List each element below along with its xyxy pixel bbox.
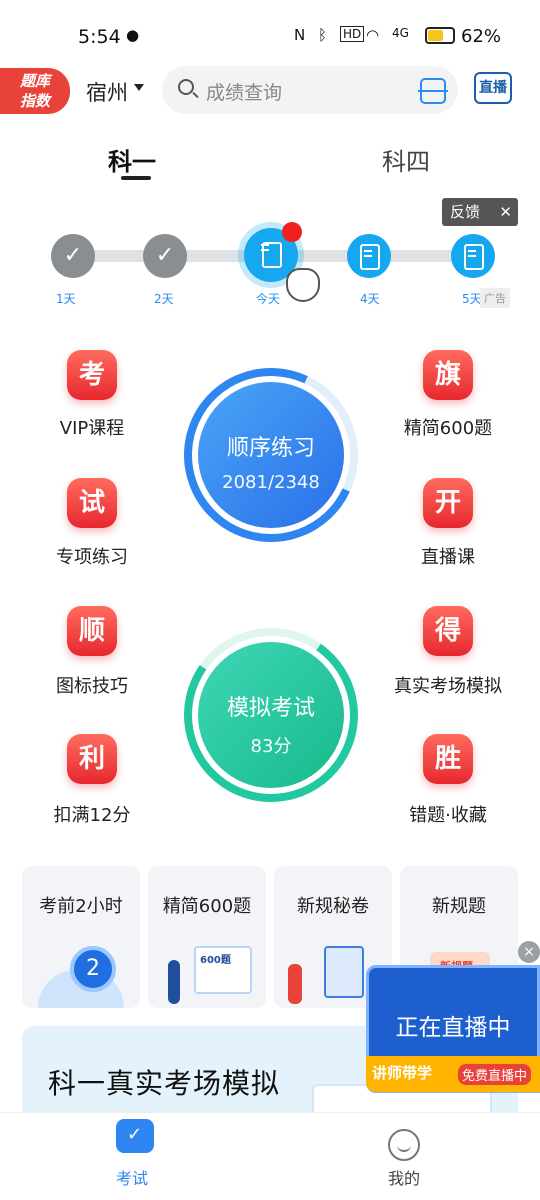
bluetooth-icon: ᛒ: [318, 26, 328, 44]
exam-tab-icon[interactable]: [116, 1119, 154, 1153]
stopwatch-icon: 2: [22, 938, 140, 1008]
live-strip-right: 免费直播中: [458, 1064, 532, 1085]
ad-tag: 广告: [480, 288, 510, 308]
signal-label: 4G: [392, 26, 409, 40]
card-title: 考前2小时: [39, 896, 123, 917]
check-icon[interactable]: ✓: [51, 234, 95, 278]
live-popup-strip[interactable]: 讲师带学 免费直播中: [366, 1056, 540, 1092]
search-icon: [178, 79, 194, 95]
nav-tab-exam[interactable]: 考试: [116, 1165, 148, 1189]
icon-tips-label[interactable]: 图标技巧: [12, 672, 172, 698]
icon-tips-icon[interactable]: 顺: [67, 606, 117, 656]
card-title: 新规题: [432, 896, 486, 917]
caret-down-icon[interactable]: [134, 84, 144, 91]
question-bank-logo[interactable]: 题库 指数: [0, 68, 70, 114]
bottom-nav: 考试 我的: [0, 1112, 540, 1200]
deduct-12-icon[interactable]: 利: [67, 734, 117, 784]
day-label: 1天: [56, 292, 76, 306]
special-practice-icon[interactable]: 试: [67, 478, 117, 528]
card-title: 新规秘卷: [297, 896, 369, 917]
exam-score: 83分: [250, 736, 292, 757]
card-title: 精简600题: [162, 896, 252, 917]
check-icon[interactable]: ✓: [143, 234, 187, 278]
live-tv-label: 直播: [479, 80, 507, 96]
real-exam-icon[interactable]: 得: [423, 606, 473, 656]
hd-icon: HD: [340, 26, 365, 42]
banner-title: 科一真实考场模拟: [48, 1067, 281, 1100]
vip-course-icon[interactable]: 考: [67, 350, 117, 400]
day-label: 2天: [154, 292, 174, 306]
doc-icon[interactable]: [347, 234, 391, 278]
status-time: 5:54: [78, 26, 121, 48]
document-icon: 600题: [148, 938, 266, 1008]
card-simplified-600[interactable]: 精简600题 600题: [148, 866, 266, 1008]
simplified-600-icon[interactable]: 旗: [423, 350, 473, 400]
deduct-12-label[interactable]: 扣满12分: [12, 801, 172, 827]
live-tv-button[interactable]: 直播: [474, 72, 512, 104]
live-strip-left: 讲师带学: [372, 1064, 433, 1082]
wrong-questions-label[interactable]: 错题·收藏: [368, 801, 528, 827]
vip-course-label[interactable]: VIP课程: [12, 414, 172, 440]
status-bar: 5:54 ● N ᛒ HD ◠ 4G 62%: [0, 0, 540, 62]
day-label: 今天: [256, 292, 281, 306]
doc-icon[interactable]: [451, 234, 495, 278]
nav-tab-me[interactable]: 我的: [388, 1165, 420, 1189]
day-label: 5天: [462, 292, 482, 306]
card-two-hours[interactable]: 考前2小时 2: [22, 866, 140, 1008]
feedback-button[interactable]: 反馈 ✕: [442, 198, 518, 226]
live-popup-title: 正在直播中: [395, 1015, 511, 1041]
mock-exam-button[interactable]: 模拟考试 83分: [198, 642, 344, 788]
tap-hand-icon: [286, 268, 320, 302]
battery-icon: [425, 27, 455, 44]
app-notification-icon: ●: [126, 26, 140, 44]
city-selector[interactable]: 宿州: [86, 77, 128, 107]
simplified-600-label[interactable]: 精简600题: [368, 414, 528, 440]
search-placeholder: 成绩查询: [206, 82, 283, 104]
battery-fill: [428, 30, 443, 41]
wifi-icon: ◠: [366, 26, 380, 44]
card-art-label: 600题: [194, 946, 252, 994]
nfc-icon: N: [294, 26, 306, 44]
practice-title: 顺序练习: [226, 436, 315, 461]
profile-icon[interactable]: [388, 1129, 420, 1161]
practice-progress: 2081/2348: [222, 472, 320, 493]
exam-title: 模拟考试: [226, 696, 315, 721]
day-label: 4天: [360, 292, 380, 306]
live-course-label[interactable]: 直播课: [368, 543, 528, 569]
battery-percentage: 62%: [461, 26, 502, 47]
wrong-questions-icon[interactable]: 胜: [423, 734, 473, 784]
logo-line2: 指数: [19, 92, 50, 110]
close-icon[interactable]: ×: [518, 941, 540, 963]
sequential-practice-button[interactable]: 顺序练习 2081/2348: [198, 382, 344, 528]
tab-subject-one[interactable]: 科一: [108, 142, 156, 177]
real-exam-label[interactable]: 真实考场模拟: [368, 672, 528, 698]
scan-icon[interactable]: [418, 78, 448, 104]
logo-line1: 题库: [19, 72, 50, 90]
live-course-icon[interactable]: 开: [423, 478, 473, 528]
feedback-label: 反馈: [450, 203, 481, 221]
tab-subject-four[interactable]: 科四: [382, 142, 430, 177]
tab-active-indicator: [121, 176, 151, 180]
stopwatch-number: 2: [70, 946, 116, 992]
special-practice-label[interactable]: 专项练习: [12, 543, 172, 569]
search-bar[interactable]: 成绩查询: [162, 66, 458, 114]
notification-dot: [282, 222, 302, 242]
close-icon[interactable]: ✕: [499, 198, 512, 226]
